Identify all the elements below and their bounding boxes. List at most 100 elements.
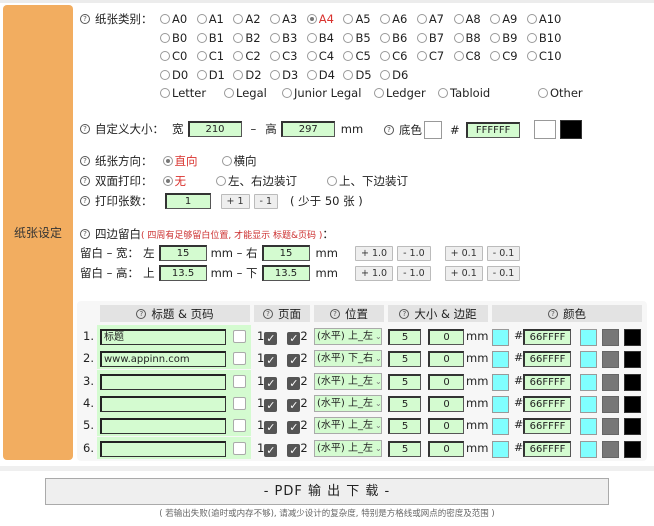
bg-color-input[interactable]: FFFFFF [465,121,520,138]
margin-height-plus-01-button[interactable]: + 0.1 [444,266,483,281]
paper-option-a8[interactable]: A8 [453,12,491,26]
paper-option-d4[interactable]: D4 [306,68,344,82]
page-1-checkbox[interactable]: ✓ [264,354,278,368]
height-input[interactable]: 297 [280,121,335,137]
bg-color-preview[interactable] [424,120,442,139]
paper-option-d3[interactable]: D3 [270,68,307,82]
size-input[interactable]: 5 [388,351,421,368]
black-swatch[interactable] [624,351,641,369]
margin-input[interactable]: 0 [428,351,464,368]
margin-input[interactable]: 0 [428,329,464,345]
margin-bottom-input[interactable]: 13.5 [261,265,310,281]
title-input[interactable]: 标题 [100,329,226,345]
title-input[interactable]: www.appinn.com [100,351,226,368]
paper-option-a1[interactable]: A1 [196,12,234,26]
paper-option-d0[interactable]: D0 [160,68,197,82]
gray-swatch[interactable] [602,373,619,391]
black-swatch[interactable] [624,395,641,413]
help-icon[interactable]: ? [384,124,394,135]
help-icon[interactable]: ? [80,176,90,186]
paper-option-c2[interactable]: C2 [233,49,270,63]
size-input[interactable]: 5 [388,440,421,457]
cyan-swatch[interactable] [580,418,597,436]
paper-option-c0[interactable]: C0 [160,49,197,63]
margin-left-input[interactable]: 15 [158,245,207,261]
paper-option-other[interactable]: Other [538,86,598,100]
width-input[interactable]: 210 [187,121,242,137]
copies-input[interactable]: 1 [164,193,211,209]
paper-option-d6[interactable]: D6 [380,68,417,82]
copies-minus-button[interactable]: - 1 [253,193,279,209]
black-swatch[interactable] [624,329,641,346]
paper-option-c10[interactable]: C10 [526,49,564,63]
paper-option-b1[interactable]: B1 [196,31,234,45]
cyan-swatch[interactable] [580,395,597,413]
title-checkbox[interactable] [233,352,246,366]
gray-swatch[interactable] [602,395,619,413]
color-input[interactable]: 66FFFF [523,351,571,368]
title-checkbox[interactable] [233,396,246,410]
title-checkbox[interactable] [233,441,246,455]
paper-option-b9[interactable]: B9 [490,31,527,45]
help-icon[interactable]: ? [136,308,147,319]
paper-option-c9[interactable]: C9 [490,49,527,63]
paper-option-b10[interactable]: B10 [526,31,564,45]
paper-option-b0[interactable]: B0 [160,31,197,45]
page-2-checkbox[interactable]: ✓ [287,421,301,435]
margin-width-minus-01-button[interactable]: - 0.1 [486,246,521,261]
paper-option-a9[interactable]: A9 [490,12,527,26]
size-input[interactable]: 5 [388,373,421,390]
title-checkbox[interactable] [233,374,246,388]
help-icon[interactable]: ? [80,156,90,166]
paper-option-b4[interactable]: B4 [306,31,344,45]
paper-option-c1[interactable]: C1 [196,49,234,63]
help-icon[interactable]: ? [399,308,410,319]
paper-option-b5[interactable]: B5 [343,31,380,45]
cyan-swatch[interactable] [580,440,597,458]
duplex-top-bottom[interactable]: 上、下边装订 [327,173,408,189]
margin-top-input[interactable]: 13.5 [158,265,207,281]
paper-option-a4[interactable]: A4 [306,12,344,26]
position-select[interactable]: (水平) 上_左 ⌄ [314,417,382,435]
position-select[interactable]: (水平) 下_右 ⌄ [314,350,382,368]
paper-option-c7[interactable]: C7 [416,49,454,63]
paper-option-d2[interactable]: D2 [233,68,270,82]
help-icon[interactable]: ? [80,196,90,206]
margin-height-minus-01-button[interactable]: - 0.1 [486,266,521,281]
margin-input[interactable]: 0 [428,373,464,390]
pdf-download-button[interactable]: - PDF 输 出 下 载 - [45,478,609,505]
paper-option-b7[interactable]: B7 [416,31,454,45]
page-1-checkbox[interactable]: ✓ [264,398,278,412]
help-icon[interactable]: ? [80,229,90,239]
margin-width-minus-1-button[interactable]: - 1.0 [397,246,431,261]
paper-option-c5[interactable]: C5 [343,49,380,63]
paper-option-d5[interactable]: D5 [343,68,380,82]
color-input[interactable]: 66FFFF [523,440,571,457]
page-2-checkbox[interactable]: ✓ [287,332,301,345]
gray-swatch[interactable] [602,351,619,369]
paper-option-c4[interactable]: C4 [306,49,344,63]
page-2-checkbox[interactable]: ✓ [287,354,301,368]
size-input[interactable]: 5 [388,395,421,412]
paper-option-ledger[interactable]: Ledger [374,86,438,100]
title-input[interactable] [100,373,226,390]
black-swatch[interactable] [624,418,641,436]
paper-option-letter[interactable]: Letter [160,86,224,100]
paper-option-b3[interactable]: B3 [270,31,307,45]
cyan-swatch[interactable] [580,351,597,369]
paper-option-b8[interactable]: B8 [453,31,491,45]
paper-option-legal[interactable]: Legal [224,86,282,100]
help-icon[interactable]: ? [263,308,273,319]
gray-swatch[interactable] [602,440,619,458]
title-checkbox[interactable] [233,419,246,433]
duplex-none[interactable]: 无 [162,173,186,189]
copies-plus-button[interactable]: + 1 [220,193,250,209]
help-icon[interactable]: ? [330,308,340,319]
margin-input[interactable]: 0 [428,440,464,457]
margin-width-plus-01-button[interactable]: + 0.1 [444,246,483,261]
gray-swatch[interactable] [602,418,619,436]
orientation-portrait[interactable]: 直向 [162,153,198,169]
title-input[interactable] [100,440,226,457]
margin-height-minus-1-button[interactable]: - 1.0 [397,266,431,281]
size-input[interactable]: 5 [388,418,421,435]
